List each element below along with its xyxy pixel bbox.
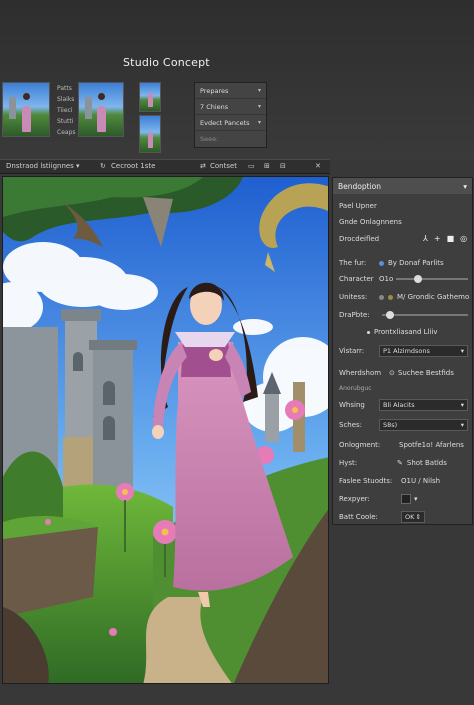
panel-row: Rexpyer: ▾ (339, 494, 418, 504)
slider-knob[interactable] (414, 275, 423, 283)
thumbnail-2[interactable] (78, 82, 124, 137)
settings-circle-icon[interactable]: ◎ (460, 234, 467, 243)
panel-row: Unitess: M/ Grondic Gathemo (339, 293, 470, 301)
canvas-toolbar: Dnstraod lstiignnes ▾ ↻ Cecroot 1ste ⇄ C… (0, 159, 330, 174)
mini-dropdown-prepares[interactable]: Prepares ▾ (195, 83, 266, 99)
thumbnail-label: Patts (57, 85, 72, 92)
mini-settings-panel: Prepares ▾ 7 Chiens ▾ Evdect Pancets ▾ Seee… (194, 82, 267, 148)
color-swatch[interactable] (401, 494, 411, 504)
panel-row-dropdown: Sches: S8s) ▾ (339, 419, 468, 431)
thumbnail-label: Tiieci (57, 107, 73, 114)
panel-row: Onlogment: Spotfe1o! Afarlens (339, 441, 464, 449)
chevron-down-icon[interactable]: ▾ (463, 182, 467, 191)
link-icon: ⊙ (389, 369, 395, 377)
add-icon[interactable]: + (434, 234, 441, 243)
panel-row: Batt Coole: OK ⇕ (339, 511, 468, 523)
mini-row-seee: Seee: (200, 135, 219, 143)
panel-row-slider: Character O1o (339, 275, 468, 283)
chevron-down-icon: ▾ (257, 103, 261, 110)
toolbar-left-label[interactable]: Dnstraod lstiignnes (6, 162, 74, 170)
chevron-down-icon: ▾ (460, 421, 464, 429)
whsing-dropdown[interactable]: Bli Alacits ▾ (379, 399, 468, 411)
mini-dropdown-pancets[interactable]: Evdect Pancets ▾ (195, 115, 266, 131)
panel-row-slider: DraPbte: (339, 311, 468, 319)
slider-knob[interactable] (386, 311, 395, 319)
color-dot (388, 294, 393, 300)
chevron-down-icon: ▾ (257, 87, 261, 94)
swap-icon[interactable]: ⇄ (200, 162, 206, 170)
sches-dropdown[interactable]: S8s) ▾ (379, 419, 468, 431)
chevron-down-icon: ▾ (460, 401, 464, 409)
toolbar-tab[interactable]: Cecroot 1ste (111, 162, 155, 170)
mini-dropdown-chiens[interactable]: 7 Chiens ▾ (195, 99, 266, 115)
canvas-viewport[interactable] (2, 176, 329, 684)
artwork-image (3, 177, 328, 683)
properties-panel: Bendoption ▾ Pael Upner Gnde Onlagnnens … (332, 177, 473, 525)
panel-row: Prontxliasand Lliiv (367, 328, 468, 336)
panel-section-label: Anorubguc (339, 385, 372, 392)
panel-header[interactable]: Bendoption ▾ (333, 178, 472, 194)
minimize-icon[interactable]: ▭ (248, 162, 255, 170)
panel-row-dropdown: Whsing Bli Alacits ▾ (339, 399, 468, 411)
panel-row: Pael Upner (339, 202, 377, 210)
close-icon[interactable]: ✕ (315, 162, 321, 170)
panel-row: Hyst: ✎ Shot Batlds (339, 459, 447, 467)
refresh-icon[interactable]: ↻ (100, 162, 106, 170)
grid-icon[interactable]: ⊞ (264, 162, 270, 170)
thumbnail-4[interactable] (139, 115, 161, 153)
panel-title: Bendoption (338, 181, 381, 191)
panel-row: Wherdshom ⊙ Suchee Bestfids (339, 369, 454, 377)
character-slider[interactable] (396, 275, 468, 283)
chevron-down-icon: ▾ (257, 119, 261, 126)
thumbnail-label: Slaiks (57, 96, 75, 103)
thumbnail-label: Ceaps (57, 129, 76, 136)
ok-stepper[interactable]: OK ⇕ (401, 511, 425, 523)
brush-icon[interactable]: ✎ (397, 459, 403, 467)
toolbar-right-label[interactable]: Contset (210, 162, 237, 170)
thumbnail-1[interactable] (2, 82, 50, 137)
thumbnail-3[interactable] (139, 82, 161, 112)
panel-row: Faslee Stuodts: O1U / Nilsh (339, 477, 441, 485)
panel-row-dropdown: Vistarr: P1 Alzimdsons ▾ (339, 345, 468, 357)
app-title: Studio Concept (123, 56, 210, 69)
thumbnail-label: Stutti (57, 118, 74, 125)
vistarr-dropdown[interactable]: P1 Alzimdsons ▾ (379, 345, 468, 357)
panel-row: The fur: By Donaf Parlits (339, 259, 444, 267)
color-dot (379, 294, 384, 300)
grid-icon[interactable]: ⊟ (280, 162, 286, 170)
panel-row-tools: Drocdeifled ⅄ + ■ ◎ (339, 234, 468, 243)
pin-icon[interactable]: ⅄ (423, 234, 428, 243)
chevron-down-icon[interactable]: ▾ (76, 162, 80, 170)
chevron-down-icon[interactable]: ▾ (414, 495, 418, 503)
color-dot (379, 260, 384, 266)
chevron-down-icon: ▾ (460, 347, 464, 355)
drape-slider[interactable] (382, 311, 468, 319)
square-icon[interactable]: ■ (447, 234, 455, 243)
panel-row: Gnde Onlagnnens (339, 218, 402, 226)
